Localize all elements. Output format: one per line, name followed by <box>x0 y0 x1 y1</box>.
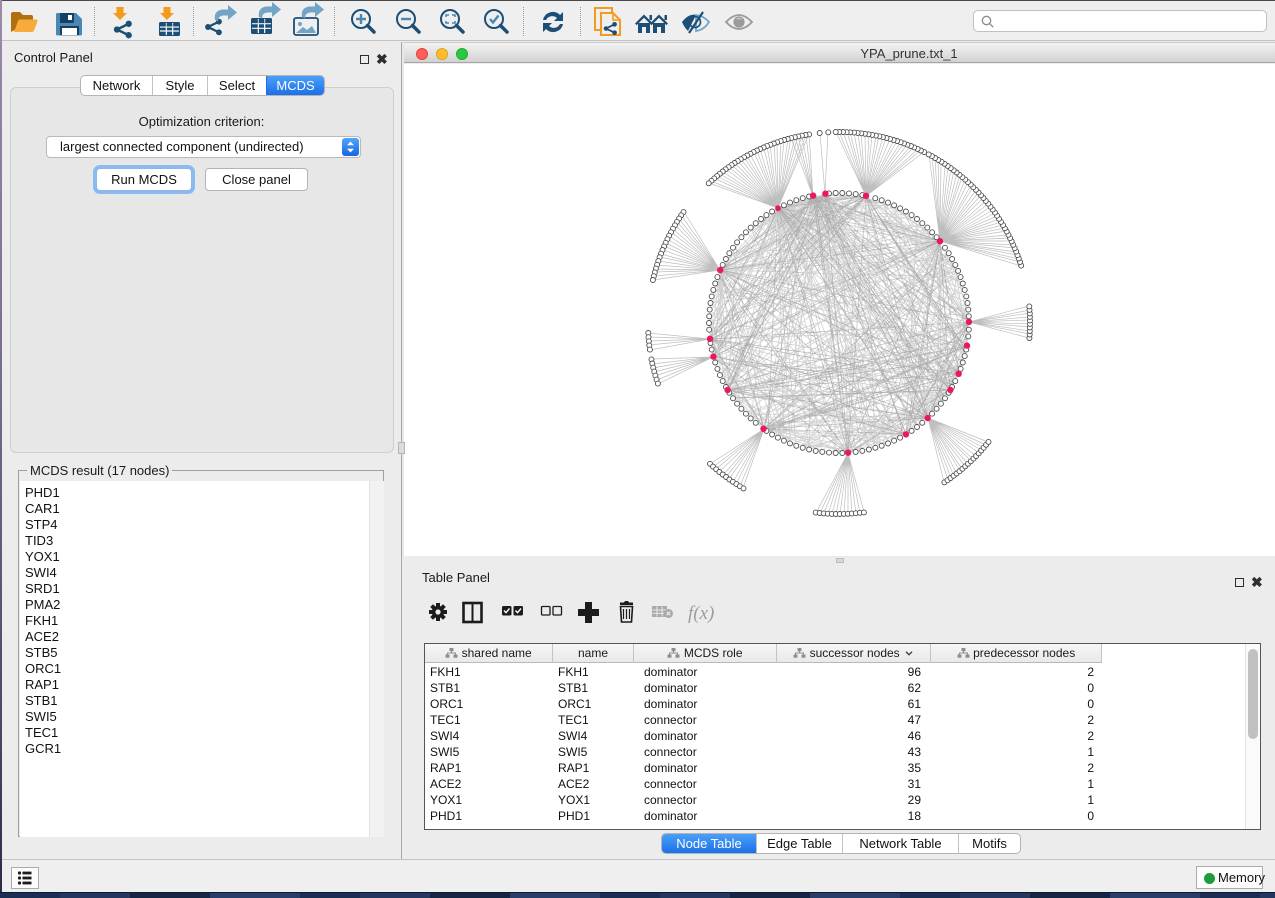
svg-text:f(x): f(x) <box>688 603 714 624</box>
